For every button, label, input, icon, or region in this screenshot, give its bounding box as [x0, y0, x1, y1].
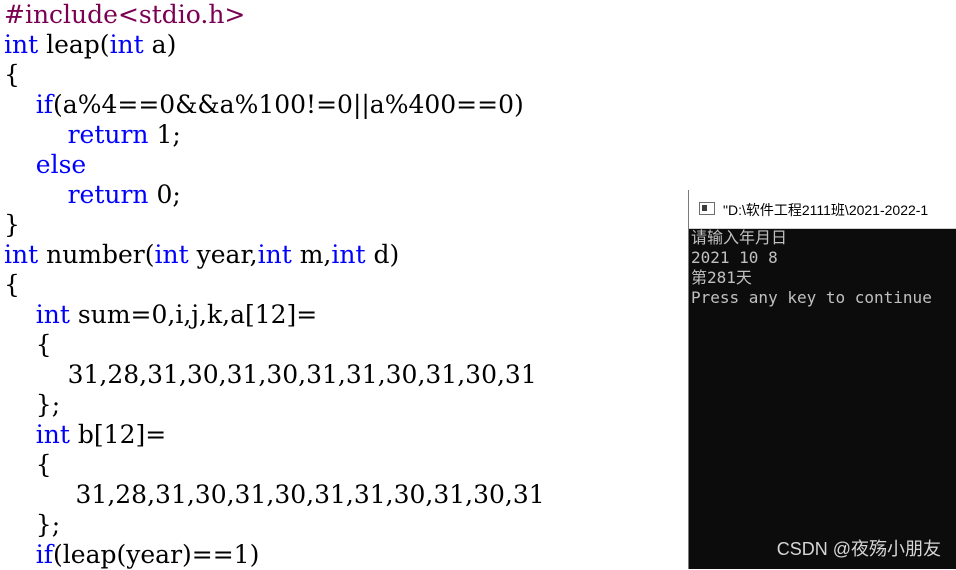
code-keyword: int	[35, 420, 70, 449]
code-keyword: int	[154, 240, 189, 269]
console-output-line: 2021 10 8	[691, 248, 778, 267]
code-text: m,	[291, 240, 332, 269]
code-text: 31,28,31,30,31,30,31,31,30,31,30,31	[4, 360, 537, 389]
code-text: 31,28,31,30,31,30,31,31,30,31,30,31	[4, 480, 545, 509]
code-text: {	[4, 330, 52, 359]
code-text: number(	[38, 240, 155, 269]
code-text: leap(	[38, 30, 110, 59]
code-text: };	[4, 390, 61, 419]
console-output-line: 第281天	[691, 268, 752, 287]
code-line: return 1;	[4, 120, 181, 150]
code-text: {	[4, 60, 20, 89]
console-output-line: 请输入年月日	[691, 228, 788, 247]
code-line: {	[4, 450, 52, 480]
code-line: 31,28,31,30,31,30,31,31,30,31,30,31	[4, 480, 545, 510]
code-keyword: return	[67, 120, 149, 149]
code-text: (leap(year)==1)	[53, 540, 260, 569]
code-keyword: int	[257, 240, 292, 269]
console-output-line: Press any key to continue	[691, 288, 932, 307]
code-text: {	[4, 270, 20, 299]
code-line: int sum=0,i,j,k,a[12]=	[4, 300, 317, 330]
code-text: a)	[143, 30, 177, 59]
code-keyword: int	[35, 300, 70, 329]
code-text: b[12]=	[69, 420, 167, 449]
code-line: int number(int year,int m,int d)	[4, 240, 399, 270]
console-titlebar[interactable]: "D:\软件工程2111班\2021-2022-1	[689, 190, 956, 229]
code-line: int leap(int a)	[4, 30, 176, 60]
code-text: sum=0,i,j,k,a[12]=	[69, 300, 318, 329]
code-line: {	[4, 330, 52, 360]
code-text: 1;	[148, 120, 181, 149]
code-line: 31,28,31,30,31,30,31,31,30,31,30,31	[4, 360, 537, 390]
code-line: int b[12]=	[4, 420, 166, 450]
code-text: }	[4, 210, 20, 239]
code-line: #include<stdio.h>	[4, 0, 245, 30]
code-line: else	[4, 150, 86, 180]
code-text: };	[4, 510, 61, 539]
code-keyword: int	[109, 30, 144, 59]
code-text: 0;	[148, 180, 181, 209]
code-keyword: int	[4, 240, 39, 269]
code-preprocessor: #include<stdio.h>	[4, 0, 246, 29]
code-keyword: int	[4, 30, 39, 59]
console-title: "D:\软件工程2111班\2021-2022-1	[723, 202, 929, 218]
code-line: return 0;	[4, 180, 181, 210]
code-line: };	[4, 510, 60, 540]
code-line: {	[4, 60, 20, 90]
code-keyword: int	[331, 240, 366, 269]
code-line: };	[4, 390, 60, 420]
code-text: {	[4, 450, 52, 479]
code-keyword: else	[35, 150, 87, 179]
code-text: d)	[365, 240, 400, 269]
code-keyword: if	[35, 540, 54, 569]
code-line: if(leap(year)==1)	[4, 540, 260, 570]
code-keyword: return	[67, 180, 149, 209]
console-window[interactable]: "D:\软件工程2111班\2021-2022-1 请输入年月日 2021 10…	[688, 190, 956, 569]
code-keyword: if	[35, 90, 54, 119]
code-text: year,	[188, 240, 258, 269]
code-line: {	[4, 270, 20, 300]
code-line: }	[4, 210, 20, 240]
csdn-watermark: CSDN @夜殇小朋友	[776, 539, 941, 559]
code-text: (a%4==0&&a%100!=0||a%400==0)	[53, 90, 524, 119]
code-line: if(a%4==0&&a%100!=0||a%400==0)	[4, 90, 524, 120]
console-app-icon	[699, 202, 715, 215]
